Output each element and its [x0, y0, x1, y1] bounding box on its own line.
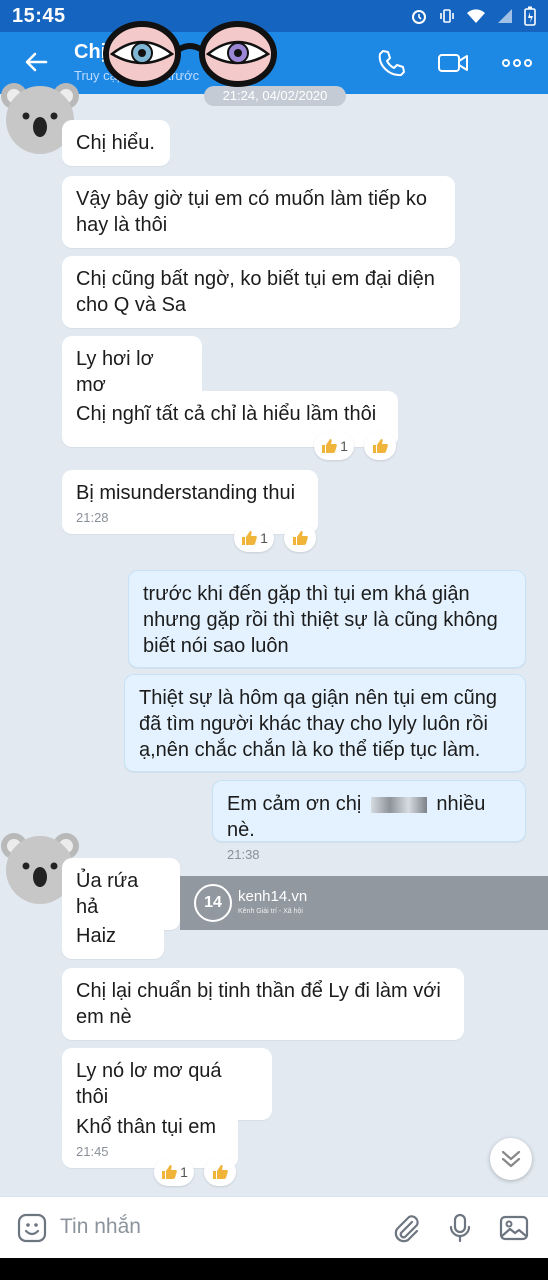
message-composer: Tin nhắn [0, 1196, 548, 1258]
message-text: Ly hơi lơ mơ [76, 348, 154, 396]
message-incoming[interactable]: Chị cũng bất ngờ, ko biết tụi em đại diệ… [62, 256, 460, 328]
message-text: Khổ thân tụi em [76, 1116, 217, 1138]
message-text: Ủa rứa hả [76, 870, 139, 918]
video-call-icon[interactable] [436, 46, 470, 80]
reaction-summary[interactable]: 1 [314, 432, 354, 460]
alarm-icon [412, 10, 426, 24]
message-incoming[interactable]: Bị misunderstanding thui 21:28 [62, 470, 318, 534]
thumbs-up-icon [242, 531, 257, 546]
message-text: Chị hiểu. [76, 132, 155, 154]
message-text: Chị nghĩ tất cả chỉ là hiểu lầm thôi [76, 403, 377, 425]
message-incoming[interactable]: Chị lại chuẩn bị tinh thần để Ly đi làm … [62, 968, 464, 1040]
message-time: 21:28 [76, 510, 109, 525]
thumbs-up-icon [373, 439, 388, 454]
system-navigation-bar [0, 1258, 548, 1280]
thumbs-up-icon [322, 439, 337, 454]
message-text: trước khi đến gặp thì tụi em khá giận nh… [143, 583, 498, 657]
message-outgoing[interactable]: trước khi đến gặp thì tụi em khá giận nh… [128, 570, 526, 668]
message-text: Chị cũng bất ngờ, ko biết tụi em đại diệ… [76, 268, 435, 316]
scroll-to-bottom-button[interactable] [490, 1138, 532, 1180]
back-arrow-icon[interactable] [20, 46, 52, 78]
message-incoming[interactable]: Vậy bây giờ tụi em có muốn làm tiếp ko h… [62, 176, 455, 248]
message-time: 21:38 [227, 847, 260, 862]
kenh14-watermark: 14 kenh14.vn Kênh Giải trí - Xã hội [180, 876, 548, 930]
message-outgoing[interactable]: Em cảm ơn chị nhiều nè. 21:38 [212, 780, 526, 862]
image-gallery-icon[interactable] [498, 1212, 530, 1244]
thumbs-up-icon [162, 1165, 177, 1180]
thumbs-up-icon [293, 531, 308, 546]
message-incoming[interactable]: Chị hiểu. [62, 120, 170, 166]
eyes-sticker-icon [103, 21, 277, 87]
message-text: Ly nó lơ mơ quá thôi [76, 1060, 222, 1108]
double-chevron-down-icon [501, 1150, 521, 1168]
reaction-summary[interactable]: 1 [234, 524, 274, 552]
censored-name [370, 796, 427, 813]
watermark-tagline: Kênh Giải trí - Xã hội [238, 908, 303, 915]
vibrate-icon [440, 9, 454, 23]
message-outgoing[interactable]: Thiệt sự là hôm qa giận nên tụi em cũng … [124, 674, 526, 772]
system-icons [410, 6, 536, 26]
battery-icon [524, 6, 536, 26]
watermark-logo: 14 [194, 884, 232, 922]
message-incoming[interactable]: Haiz [62, 913, 164, 959]
reaction-count: 1 [180, 1164, 188, 1180]
status-time: 15:45 [12, 4, 66, 27]
message-time: 21:45 [76, 1144, 109, 1159]
wifi-icon [467, 9, 485, 23]
react-button[interactable] [204, 1158, 236, 1186]
message-text: Thiệt sự là hôm qa giận nên tụi em cũng … [139, 687, 498, 761]
message-text: Chị lại chuẩn bị tinh thần để Ly đi làm … [76, 980, 441, 1028]
watermark-brand: kenh14.vn [238, 888, 308, 905]
reaction-count: 1 [340, 438, 348, 454]
attachment-paperclip-icon[interactable] [390, 1212, 422, 1244]
thumbs-up-icon [213, 1165, 228, 1180]
message-text: Bị misunderstanding thui [76, 482, 296, 504]
reaction-summary[interactable]: 1 [154, 1158, 194, 1186]
message-text: Vậy bây giờ tụi em có muốn làm tiếp ko h… [76, 188, 428, 236]
reaction-count: 1 [260, 530, 268, 546]
message-input[interactable]: Tin nhắn [60, 1215, 141, 1239]
microphone-icon[interactable] [444, 1212, 476, 1244]
message-text: Em cảm ơn chị [227, 793, 362, 815]
react-button[interactable] [364, 432, 396, 460]
phone-call-icon[interactable] [374, 46, 408, 80]
signal-icon [498, 9, 512, 23]
more-options-icon[interactable] [500, 46, 534, 80]
message-text: Haiz [76, 925, 117, 947]
sticker-smile-icon[interactable] [16, 1212, 48, 1244]
react-button[interactable] [284, 524, 316, 552]
